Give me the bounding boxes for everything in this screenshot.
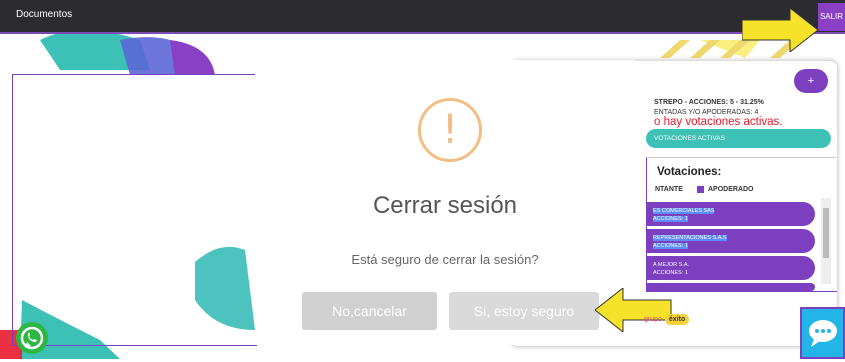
dialog-message: Está seguro de cerrar la sesión? [351, 252, 539, 267]
vote-item[interactable]: A MEJOR S.A. ACCIONES: 1 [647, 256, 815, 280]
votes-title: Votaciones: [657, 166, 722, 178]
shares-summary: STREPO - ACCIONES: 5 - 31.25% [654, 99, 764, 106]
arrow-left-icon [595, 288, 672, 332]
add-button[interactable]: + [794, 69, 828, 93]
dialog-title: Cerrar sesión [372, 192, 518, 219]
votes-list: Votaciones: NTANTE APODERADO ES COMERCIA… [646, 157, 837, 292]
vote-item-name: REPRESENTACIONES S.A.S [653, 235, 727, 241]
vote-item-shares: ACCIONES: 1 [653, 243, 688, 249]
legend-proxy: APODERADO [708, 186, 754, 193]
app-title: Documentos [16, 9, 73, 20]
top-bar: Documentos SALIR [0, 0, 845, 34]
no-votes-message: o hay votaciones activas. [654, 116, 783, 128]
brand-prefix: grupo [644, 316, 662, 323]
represented-summary: ENTADAS Y/O APODERADAS: 4 [654, 109, 759, 116]
logout-button[interactable]: SALIR [818, 3, 845, 31]
logout-dialog: ! Cerrar sesión Está seguro de cerrar la… [255, 60, 635, 345]
active-votes-button[interactable]: VOTACIONES ACTIVAS [646, 129, 831, 148]
legend-square-icon [697, 186, 704, 193]
warning-icon: ! [418, 98, 482, 162]
chat-icon[interactable] [800, 307, 845, 359]
content-frame [12, 74, 257, 346]
whatsapp-icon[interactable] [16, 322, 48, 354]
brand-name: éxito [664, 314, 690, 325]
vote-item-name: ES COMERCIALES SAS [653, 208, 715, 214]
voting-panel-content: + STREPO - ACCIONES: 5 - 31.25% ENTADAS … [646, 61, 837, 346]
vote-item-name: A MEJOR S.A. [653, 262, 690, 268]
vote-item-shares: ACCIONES: 1 [653, 270, 688, 276]
legend-representative: NTANTE [655, 186, 683, 193]
votes-scrollbar[interactable] [821, 198, 831, 284]
cancel-button[interactable]: No,cancelar [302, 292, 437, 330]
vote-item[interactable]: REPRESENTACIONES S.A.S ACCIONES: 1 [647, 229, 815, 253]
brand-logo: grupo éxito [644, 314, 690, 325]
vote-item[interactable]: ES COMERCIALES SAS ACCIONES: 1 [647, 202, 815, 226]
warning-glyph: ! [441, 107, 459, 153]
arrow-right-icon [742, 8, 819, 52]
confirm-button[interactable]: Si, estoy seguro [449, 292, 599, 330]
vote-item-shares: ACCIONES: 1 [653, 216, 688, 222]
